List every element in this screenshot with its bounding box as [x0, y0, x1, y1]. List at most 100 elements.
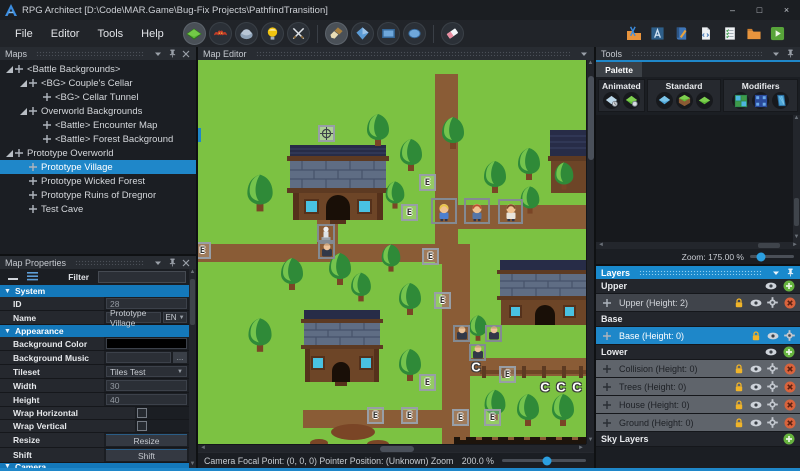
close-icon[interactable]	[181, 258, 191, 268]
npc-statue[interactable]	[317, 224, 335, 242]
spawn-marker[interactable]	[318, 125, 335, 142]
wrap-horizontal-checkbox[interactable]	[137, 408, 147, 418]
background-music-input[interactable]	[106, 352, 171, 363]
fill-tool[interactable]	[351, 22, 374, 45]
lock-icon[interactable]	[749, 331, 762, 341]
pin-icon[interactable]	[167, 258, 177, 268]
layer-row[interactable]: Upper (Height: 2)	[596, 294, 800, 312]
event-marker[interactable]: E	[484, 409, 501, 426]
npc-monk[interactable]	[453, 325, 470, 342]
gear-icon[interactable]	[766, 399, 779, 410]
event-marker[interactable]: E	[419, 374, 436, 391]
menu-file[interactable]: File	[6, 28, 42, 40]
resize-button[interactable]: Resize	[106, 434, 187, 446]
eye-off-icon[interactable]	[746, 282, 759, 290]
wrap-vertical-checkbox[interactable]	[137, 421, 147, 431]
lock-icon[interactable]	[732, 418, 745, 428]
background-color-swatch[interactable]	[106, 338, 187, 349]
tools-panel-titlebar[interactable]: Tools	[596, 47, 800, 60]
lock-icon[interactable]	[732, 298, 745, 308]
pal-water-icon[interactable]	[656, 92, 673, 109]
eye-icon[interactable]	[764, 282, 777, 290]
rect-tool[interactable]	[377, 22, 400, 45]
plus-circle-icon[interactable]	[782, 280, 795, 292]
npc-woman[interactable]	[498, 199, 523, 224]
eye-icon[interactable]	[764, 348, 777, 356]
eye-off-icon[interactable]	[746, 348, 759, 356]
event-marker[interactable]: E	[419, 174, 436, 191]
folder[interactable]	[745, 25, 762, 42]
maximize-button[interactable]: □	[746, 0, 773, 20]
event-marker[interactable]: E	[401, 204, 418, 221]
event-marker[interactable]: E	[452, 409, 469, 426]
open-project[interactable]	[625, 25, 642, 42]
menu-tools[interactable]: Tools	[88, 28, 132, 40]
checklist[interactable]	[721, 25, 738, 42]
expander-icon[interactable]	[18, 107, 28, 115]
map-tree-item[interactable]: <Battle Backgrounds>	[0, 62, 196, 76]
name-input[interactable]: Prototype Village	[106, 312, 161, 323]
eye-icon[interactable]	[749, 401, 762, 409]
event-marker[interactable]: E	[434, 292, 451, 309]
tab-palette[interactable]: Palette	[596, 62, 642, 77]
eye-icon[interactable]	[766, 332, 779, 340]
plus-circle-icon[interactable]	[782, 346, 795, 358]
map-tree-item[interactable]: <BG> Couple's Cellar	[0, 76, 196, 90]
npc-boy-blond[interactable]	[431, 198, 457, 224]
layer-row[interactable]: Base (Height: 0)	[596, 327, 800, 345]
chevron-down-icon[interactable]	[153, 49, 163, 59]
browse-button[interactable]: ...	[173, 352, 187, 363]
pal-anim-water-icon[interactable]	[603, 92, 620, 109]
map-tree-item[interactable]: <Battle> Encounter Map	[0, 118, 196, 132]
map-tree-item[interactable]: Prototype Village	[0, 160, 196, 174]
event-marker[interactable]: E	[367, 407, 384, 424]
pal-grass-icon[interactable]	[696, 92, 713, 109]
close-button[interactable]: ×	[773, 0, 800, 20]
monster-tool[interactable]	[209, 22, 232, 45]
pin-icon[interactable]	[785, 49, 795, 59]
pal-cube-icon[interactable]	[676, 92, 693, 109]
event-marker[interactable]: E	[499, 366, 516, 383]
map-vertical-scrollbar[interactable]: ▲ ▼	[586, 60, 594, 444]
gear-icon[interactable]	[766, 417, 779, 428]
width-value[interactable]: 30	[106, 380, 187, 391]
properties-scrollbar[interactable]: ▲ ▼	[189, 269, 196, 468]
map-tree-item[interactable]: Prototype Overworld	[0, 146, 196, 160]
map-tree-item[interactable]: Overworld Backgrounds	[0, 104, 196, 118]
rock-tool[interactable]	[235, 22, 258, 45]
map-horizontal-scrollbar[interactable]: ◄ ►	[198, 444, 586, 452]
x-circle-icon[interactable]	[783, 363, 796, 375]
layer-row[interactable]: Ground (Height: 0)	[596, 414, 800, 432]
chevron-down-icon[interactable]	[579, 49, 589, 59]
chevron-down-icon[interactable]	[771, 268, 781, 278]
palette-vertical-scrollbar[interactable]: ▲ ▼	[793, 115, 800, 242]
palette-zoom-slider[interactable]	[750, 255, 794, 258]
x-circle-icon[interactable]	[783, 399, 796, 411]
shift-button[interactable]: Shift	[106, 449, 187, 461]
lock-icon[interactable]	[732, 382, 745, 392]
lock-icon[interactable]	[732, 364, 745, 374]
gear-icon[interactable]	[766, 363, 779, 374]
expander-icon[interactable]	[4, 65, 14, 73]
map-editor-titlebar[interactable]: Map Editor	[198, 47, 594, 60]
map-tree-item[interactable]: <Battle> Forest Background	[0, 132, 196, 146]
layer-row[interactable]: House (Height: 0)	[596, 396, 800, 414]
section-appearance[interactable]: ▼ Appearance	[0, 325, 189, 337]
expander-icon[interactable]	[4, 149, 14, 157]
palette-canvas[interactable]: ▲ ▼	[596, 115, 800, 242]
event-marker[interactable]: E	[422, 248, 439, 265]
gear-icon[interactable]	[783, 330, 796, 341]
pin-icon[interactable]	[785, 268, 795, 278]
eye-icon[interactable]	[749, 299, 762, 307]
map-tree-item[interactable]: <BG> Cellar Tunnel	[0, 90, 196, 104]
eye-icon[interactable]	[749, 383, 762, 391]
layers-panel-titlebar[interactable]: Layers	[596, 266, 800, 279]
close-icon[interactable]	[181, 49, 191, 59]
pin-icon[interactable]	[167, 49, 177, 59]
eye-icon[interactable]	[749, 419, 762, 427]
lock-icon[interactable]	[732, 400, 745, 410]
script[interactable]	[697, 25, 714, 42]
chevron-down-icon[interactable]	[771, 49, 781, 59]
play[interactable]	[769, 25, 786, 42]
status-zoom-slider[interactable]	[502, 459, 586, 462]
